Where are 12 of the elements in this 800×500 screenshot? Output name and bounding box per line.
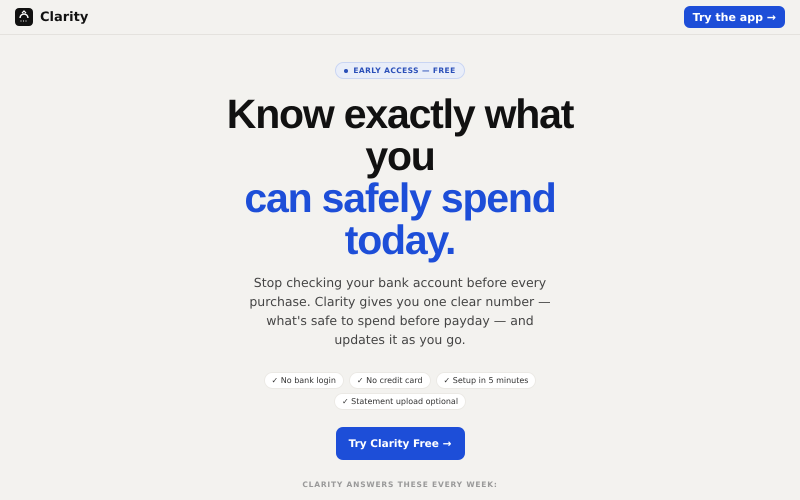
headline: Know exactly what you — [226, 93, 575, 177]
logo-icon — [15, 8, 33, 26]
try-app-button[interactable]: Try the app → — [684, 6, 785, 28]
headline-highlight: can safely spend today. — [243, 177, 557, 261]
description: Stop checking your bank account before every purchase. Clarity gives you one clear number — what's safe to spend before payday — and updates it as you go. — [248, 274, 552, 349]
try-free-button[interactable]: Try Clarity Free → — [336, 427, 464, 460]
feature-chip: ✓ Statement upload optional — [334, 394, 466, 409]
brand-name: Clarity — [40, 10, 88, 24]
dot-icon — [344, 68, 348, 72]
feature-chip: ✓ No bank login — [264, 373, 343, 388]
feature-chip: ✓ No credit card — [350, 373, 430, 388]
feature-chip: ✓ Setup in 5 minutes — [436, 373, 536, 388]
